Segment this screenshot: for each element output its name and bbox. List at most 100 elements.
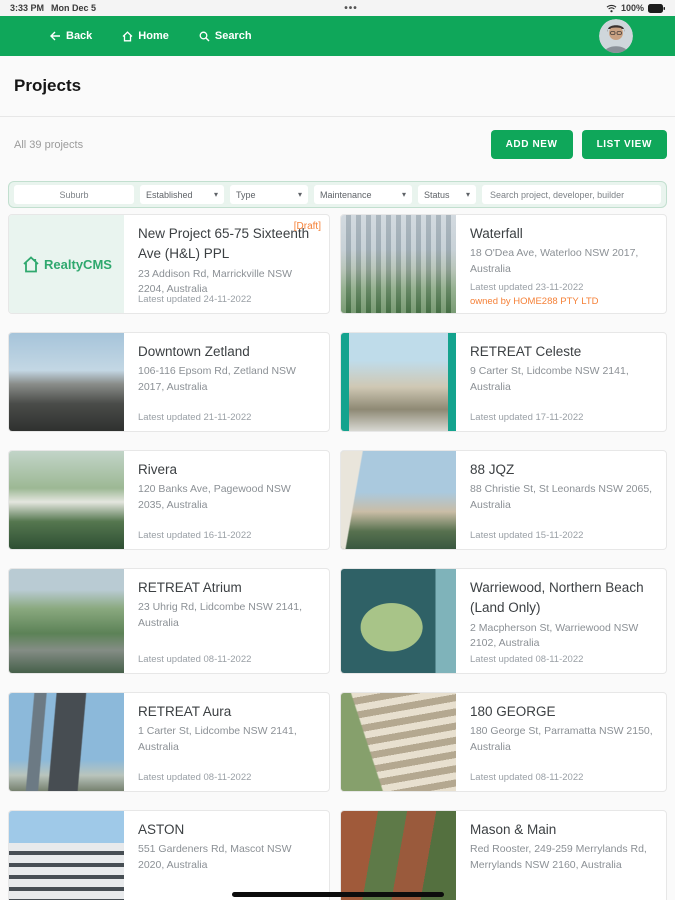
project-card[interactable]: RETREAT Atrium 23 Uhrig Rd, Lidcombe NSW…	[8, 568, 330, 674]
maintenance-label: Maintenance	[320, 189, 372, 200]
project-address: 106-116 Epsom Rd, Zetland NSW 2017, Aust…	[138, 365, 296, 393]
status-bar: 3:33 PM Mon Dec 5 ••• 100%	[0, 0, 675, 16]
project-image-downtown-zetland	[9, 333, 124, 431]
back-button[interactable]: Back	[50, 30, 92, 42]
project-address: 88 Christie St, St Leonards NSW 2065, Au…	[470, 483, 653, 511]
project-title: RETREAT Aura	[138, 704, 232, 719]
app-screen: 3:33 PM Mon Dec 5 ••• 100% Back Home Sea…	[0, 0, 675, 900]
project-card[interactable]: RealtyCMS [Draft] New Project 65-75 Sixt…	[8, 214, 330, 314]
project-card[interactable]: Mason & Main Red Rooster, 249-259 Merryl…	[340, 810, 667, 900]
project-card[interactable]: Waterfall 18 O'Dea Ave, Waterloo NSW 201…	[340, 214, 667, 314]
project-image-rivera	[9, 451, 124, 549]
top-nav-bar: Back Home Search	[0, 16, 675, 56]
project-card[interactable]: Warriewood, Northern Beach (Land Only) 2…	[340, 568, 667, 674]
project-card[interactable]: RETREAT Aura 1 Carter St, Lidcombe NSW 2…	[8, 692, 330, 792]
project-title: 180 GEORGE	[470, 704, 556, 719]
project-updated: Latest updated 17-11-2022	[470, 412, 584, 423]
projects-toolbar: All 39 projects ADD NEW LIST VIEW	[14, 130, 667, 159]
project-image-retreat-aura	[9, 693, 124, 791]
project-image-mason-and-main	[341, 811, 456, 900]
draft-badge: [Draft]	[293, 221, 321, 232]
status-label: Status	[424, 189, 450, 200]
page-title: Projects	[14, 76, 82, 95]
established-label: Established	[146, 189, 193, 200]
established-dropdown[interactable]: Established ▾	[140, 185, 224, 204]
project-card[interactable]: Rivera 120 Banks Ave, Pagewood NSW 2035,…	[8, 450, 330, 550]
search-button[interactable]: Search	[199, 30, 252, 42]
project-address: 9 Carter St, Lidcombe NSW 2141, Australi…	[470, 365, 629, 393]
project-title: RETREAT Atrium	[138, 580, 242, 595]
project-title: Rivera	[138, 462, 178, 477]
multitask-menu-icon[interactable]: •••	[344, 3, 358, 14]
back-arrow-icon	[50, 31, 60, 41]
project-title: ASTON	[138, 822, 185, 837]
project-address: 2 Macpherson St, Warriewood NSW 2102, Au…	[470, 621, 639, 650]
project-image-retreat-celeste	[341, 333, 456, 431]
back-label: Back	[66, 30, 93, 42]
project-title: 88 JQZ	[470, 462, 515, 477]
project-updated: Latest updated 08-11-2022	[138, 772, 252, 783]
project-count: All 39 projects	[14, 138, 84, 151]
project-image-waterfall	[341, 215, 456, 313]
project-title: Mason & Main	[470, 822, 557, 837]
realtycms-house-icon	[23, 255, 39, 272]
project-updated: Latest updated 16-11-2022	[138, 530, 252, 541]
project-title: RETREAT Celeste	[470, 344, 582, 359]
list-view-button[interactable]: LIST VIEW	[581, 130, 667, 159]
project-image-warriewood-site-plan	[341, 569, 456, 673]
project-updated: Latest updated 08-11-2022	[470, 654, 584, 665]
project-image-180-george	[341, 693, 456, 791]
add-new-button[interactable]: ADD NEW	[490, 130, 573, 159]
project-card[interactable]: Downtown Zetland 106-116 Epsom Rd, Zetla…	[8, 332, 330, 432]
header-divider	[0, 116, 675, 117]
project-address: 180 George St, Parramatta NSW 2150, Aust…	[470, 725, 653, 753]
status-dropdown[interactable]: Status ▾	[418, 185, 476, 204]
project-card[interactable]: 88 JQZ 88 Christie St, St Leonards NSW 2…	[340, 450, 667, 550]
project-image-retreat-atrium	[9, 569, 124, 673]
project-updated: Latest updated 24-11-2022	[138, 294, 252, 305]
project-title: Waterfall	[470, 226, 523, 241]
home-label: Home	[138, 30, 169, 42]
suburb-input[interactable]	[14, 185, 134, 204]
realtycms-logo-text: RealtyCMS	[44, 256, 112, 272]
date: Mon Dec 5	[51, 3, 97, 13]
project-updated: Latest updated 08-11-2022	[138, 654, 252, 665]
project-image-88-jqz	[341, 451, 456, 549]
filter-bar: Established ▾ Type ▾ Maintenance ▾ Status ▾	[8, 181, 667, 208]
project-address: 551 Gardeners Rd, Mascot NSW 2020, Austr…	[138, 843, 292, 871]
wifi-icon	[606, 4, 617, 12]
project-image-realtycms-placeholder: RealtyCMS	[9, 215, 124, 313]
project-card[interactable]: ASTON 551 Gardeners Rd, Mascot NSW 2020,…	[8, 810, 330, 900]
type-label: Type	[236, 189, 256, 200]
clock: 3:33 PM	[10, 3, 45, 13]
project-updated: Latest updated 21-11-2022	[138, 412, 252, 423]
battery-percent: 100%	[620, 3, 644, 13]
project-title: Downtown Zetland	[138, 344, 250, 359]
project-address: Red Rooster, 249-259 Merrylands Rd, Merr…	[470, 843, 647, 871]
home-indicator-bar[interactable]	[231, 892, 444, 897]
project-address: 18 O'Dea Ave, Waterloo NSW 2017, Austral…	[470, 247, 639, 275]
avatar-image	[599, 19, 633, 53]
chevron-down-icon: ▾	[297, 190, 302, 199]
maintenance-dropdown[interactable]: Maintenance ▾	[314, 185, 412, 204]
project-address: 23 Uhrig Rd, Lidcombe NSW 2141, Australi…	[138, 601, 302, 629]
project-address: 120 Banks Ave, Pagewood NSW 2035, Austra…	[138, 483, 291, 511]
project-title: New Project 65-75 Sixteenth Ave (H&L) PP…	[138, 226, 310, 262]
chevron-down-icon: ▾	[213, 190, 218, 199]
project-updated: Latest updated 08-11-2022	[470, 772, 584, 783]
project-address: 1 Carter St, Lidcombe NSW 2141, Australi…	[138, 725, 297, 753]
profile-avatar[interactable]	[599, 19, 633, 53]
home-icon	[122, 30, 133, 41]
home-button[interactable]: Home	[122, 30, 169, 42]
project-owner: owned by HOME288 PTY LTD	[470, 296, 599, 307]
project-updated: Latest updated 23-11-2022	[470, 282, 584, 293]
project-search-input[interactable]	[482, 185, 661, 204]
chevron-down-icon: ▾	[465, 190, 470, 199]
project-card[interactable]: RETREAT Celeste 9 Carter St, Lidcombe NS…	[340, 332, 667, 432]
projects-grid: RealtyCMS [Draft] New Project 65-75 Sixt…	[8, 214, 675, 900]
project-image-aston	[9, 811, 124, 900]
project-title: Warriewood, Northern Beach (Land Only)	[470, 580, 644, 616]
chevron-down-icon: ▾	[401, 190, 406, 199]
project-card[interactable]: 180 GEORGE 180 George St, Parramatta NSW…	[340, 692, 667, 792]
type-dropdown[interactable]: Type ▾	[230, 185, 308, 204]
